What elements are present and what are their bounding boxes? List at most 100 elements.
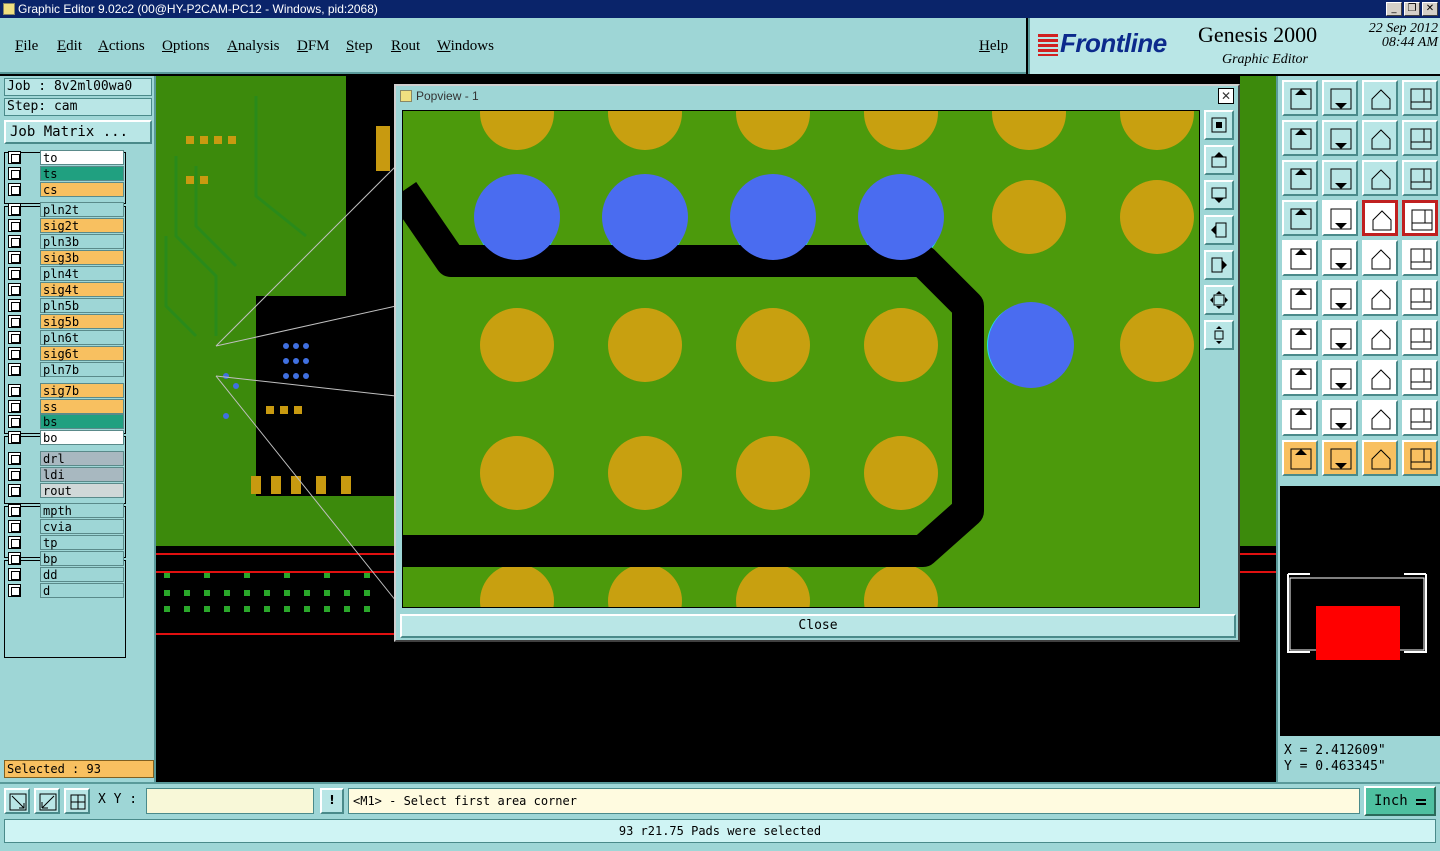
layer-row-d[interactable]: d xyxy=(4,583,128,599)
layer-checkbox[interactable] xyxy=(8,504,21,518)
layer-row-ldi[interactable]: ldi xyxy=(4,466,128,482)
snap-button[interactable] xyxy=(4,788,30,814)
minimap-viewport[interactable] xyxy=(1316,606,1400,660)
popview-fit-button[interactable] xyxy=(1204,285,1234,315)
layer-row-dd[interactable]: dd xyxy=(4,567,128,583)
home-button[interactable] xyxy=(1362,80,1398,116)
pad-add-button[interactable] xyxy=(1282,360,1318,396)
layer-checkbox[interactable] xyxy=(8,399,21,413)
layer-checkbox[interactable] xyxy=(8,151,21,164)
layer-row-tp[interactable]: tp xyxy=(4,535,128,551)
layer-row-to[interactable]: to xyxy=(4,150,128,165)
layer-checkbox[interactable] xyxy=(8,182,21,196)
line-add-alt-button[interactable] xyxy=(1402,280,1438,316)
bar-add-button[interactable] xyxy=(1322,360,1358,396)
popview-pan-up-button[interactable] xyxy=(1204,145,1234,175)
popview-pan-right-button[interactable] xyxy=(1204,250,1234,280)
layer-name[interactable]: pln4t xyxy=(40,266,124,282)
split-view-button[interactable] xyxy=(1402,80,1438,116)
layer-name[interactable]: cs xyxy=(40,181,124,197)
layer-name[interactable]: bp xyxy=(40,551,124,567)
layer-name[interactable]: pln7b xyxy=(40,362,124,378)
line-add-button[interactable] xyxy=(1362,280,1398,316)
popview-zoom-in-button[interactable] xyxy=(1204,110,1234,140)
layer-name[interactable]: pln6t xyxy=(40,330,124,346)
grid-toggle-button[interactable] xyxy=(1322,200,1358,236)
layer-checkbox[interactable] xyxy=(8,331,21,345)
layer-checkbox[interactable] xyxy=(8,584,21,598)
layer-checkbox[interactable] xyxy=(8,451,21,465)
menu-edit[interactable]: Edit xyxy=(57,38,82,55)
layer-name[interactable]: sig7b xyxy=(40,382,124,398)
popview-pan-left-button[interactable] xyxy=(1204,215,1234,245)
layer-name[interactable]: tp xyxy=(40,535,124,551)
triangle-red-button[interactable] xyxy=(1362,400,1398,436)
layer-checkbox[interactable] xyxy=(8,347,21,361)
layer-row-sig6t[interactable]: sig6t xyxy=(4,346,128,362)
popview-zoom-out-button[interactable] xyxy=(1204,320,1234,350)
layer-row-sig4t[interactable]: sig4t xyxy=(4,282,128,298)
layer-checkbox[interactable] xyxy=(8,536,21,550)
menu-actions[interactable]: Actions xyxy=(98,38,145,55)
redraw-button[interactable] xyxy=(1362,120,1398,156)
menu-step[interactable]: Step xyxy=(346,38,373,55)
layer-name[interactable]: to xyxy=(40,150,124,165)
scale-box-button[interactable] xyxy=(1362,360,1398,396)
layer-name[interactable]: bo xyxy=(40,430,124,446)
layer-row-sig2t[interactable]: sig2t xyxy=(4,218,128,234)
pointer-box-button[interactable] xyxy=(1322,440,1358,476)
layer-checkbox[interactable] xyxy=(8,568,21,582)
layer-row-sig5b[interactable]: sig5b xyxy=(4,314,128,330)
layer-name[interactable]: dd xyxy=(40,567,124,583)
layer-name[interactable]: drl xyxy=(40,450,124,466)
step-left-button[interactable] xyxy=(1282,120,1318,156)
minimize-button[interactable]: _ xyxy=(1386,2,1402,16)
popview-close-button[interactable]: Close xyxy=(400,614,1236,638)
layer-name[interactable]: d xyxy=(40,583,124,599)
window-titlebar[interactable]: Graphic Editor 9.02c2 (00@HY-P2CAM-PC12 … xyxy=(0,0,1440,18)
step-right-button[interactable] xyxy=(1322,120,1358,156)
layer-name[interactable]: pln2t xyxy=(40,202,124,218)
layer-checkbox[interactable] xyxy=(8,363,21,377)
menu-dfm[interactable]: DFM xyxy=(297,38,330,55)
layer-checkbox[interactable] xyxy=(8,415,21,429)
s-curve-button[interactable] xyxy=(1402,120,1438,156)
menu-help[interactable]: Help xyxy=(979,38,1008,55)
layer-checkbox[interactable] xyxy=(8,383,21,397)
pointer-button[interactable] xyxy=(1282,440,1318,476)
layer-checkbox[interactable] xyxy=(8,467,21,481)
layer-checkbox[interactable] xyxy=(8,219,21,233)
layer-name[interactable]: bs xyxy=(40,414,124,430)
window-down-button[interactable] xyxy=(1322,80,1358,116)
layer-checkbox[interactable] xyxy=(8,267,21,281)
minimap[interactable] xyxy=(1280,486,1440,736)
ratio-button[interactable] xyxy=(1362,160,1398,196)
layer-row-mpth[interactable]: mpth xyxy=(4,503,128,519)
layer-name[interactable]: rout xyxy=(40,482,124,498)
layer-name[interactable]: sig6t xyxy=(40,346,124,362)
layer-row-ss[interactable]: ss xyxy=(4,398,128,414)
layer-checkbox[interactable] xyxy=(8,483,21,497)
menu-file[interactable]: File xyxy=(15,38,38,55)
layer-row-pln7b[interactable]: pln7b xyxy=(4,362,128,378)
layer-name[interactable]: cvia xyxy=(40,519,124,535)
menu-options[interactable]: Options xyxy=(162,38,210,55)
pointer-path-button[interactable] xyxy=(1402,440,1438,476)
help-button[interactable] xyxy=(1402,160,1438,196)
pointer-frame-button[interactable] xyxy=(1362,440,1398,476)
feature-props-button[interactable] xyxy=(1282,200,1318,236)
net-select-alt-button[interactable] xyxy=(1402,200,1438,236)
menu-rout[interactable]: Rout xyxy=(391,38,420,55)
group-pads-button[interactable] xyxy=(1402,360,1438,396)
layer-checkbox[interactable] xyxy=(8,299,21,313)
zoom-center-button[interactable] xyxy=(1322,160,1358,196)
layer-checkbox[interactable] xyxy=(8,431,21,445)
layer-checkbox[interactable] xyxy=(8,283,21,297)
layer-name[interactable]: ss xyxy=(40,398,124,414)
popview-canvas[interactable] xyxy=(402,110,1200,608)
layer-row-pln2t[interactable]: pln2t xyxy=(4,202,128,218)
fill-split-button[interactable] xyxy=(1402,320,1438,356)
circle-select-button[interactable] xyxy=(1402,240,1438,276)
triangle-add-button[interactable] xyxy=(1322,400,1358,436)
move-node-button[interactable] xyxy=(1282,280,1318,316)
